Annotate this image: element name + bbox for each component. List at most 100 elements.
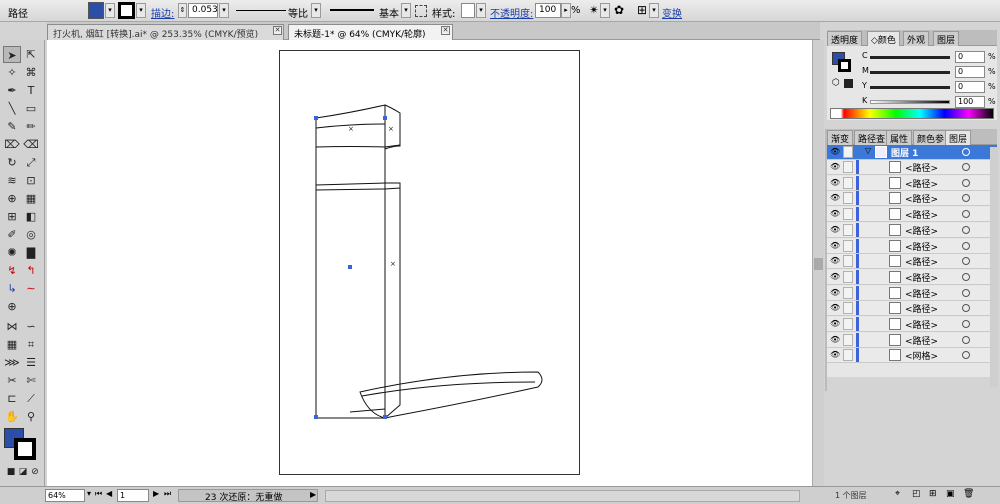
target-icon[interactable] bbox=[962, 225, 970, 234]
sublayer-label[interactable]: <路径> bbox=[905, 334, 938, 347]
sublayer-row[interactable]: 👁 <路径> bbox=[827, 238, 997, 254]
eye-icon[interactable]: 👁 bbox=[830, 241, 840, 250]
sublayer-row[interactable]: 👁 <路径> bbox=[827, 317, 997, 332]
layer-name[interactable]: 图层 1 bbox=[891, 146, 918, 159]
sublayer-label[interactable]: <路径> bbox=[905, 161, 938, 174]
sublayer-row[interactable]: 👁 <网格> bbox=[827, 348, 997, 364]
new-layer-icon[interactable]: ▣ bbox=[946, 489, 955, 499]
lock-toggle[interactable] bbox=[843, 176, 853, 189]
lock-toggle[interactable] bbox=[843, 270, 853, 283]
make-clip-mask-icon[interactable]: ◰ bbox=[912, 489, 921, 499]
layers-scrollbar[interactable] bbox=[990, 147, 998, 387]
sublayer-row[interactable]: 👁 <路径> bbox=[827, 332, 997, 348]
eye-icon[interactable]: 👁 bbox=[830, 304, 840, 312]
sublayer-row[interactable]: 👁 <路径> bbox=[827, 207, 997, 223]
lock-toggle[interactable] bbox=[843, 333, 853, 346]
lock-toggle[interactable] bbox=[843, 192, 853, 205]
black-value[interactable]: 100 bbox=[955, 96, 985, 108]
target-icon[interactable] bbox=[962, 210, 970, 219]
target-icon[interactable] bbox=[962, 320, 970, 328]
target-icon[interactable] bbox=[962, 178, 970, 187]
sublayer-label[interactable]: <路径> bbox=[905, 208, 938, 221]
sublayer-row[interactable]: 👁 <路径> bbox=[827, 269, 997, 285]
sublayer-label[interactable]: <路径> bbox=[905, 192, 938, 205]
eye-icon[interactable]: 👁 bbox=[830, 148, 840, 156]
cyan-value[interactable]: 0 bbox=[955, 51, 985, 63]
target-icon[interactable] bbox=[962, 257, 970, 266]
last-page-icon[interactable]: ⏭ bbox=[164, 489, 171, 499]
lock-toggle[interactable] bbox=[843, 318, 853, 330]
tab-color-guide[interactable]: 颜色参 bbox=[913, 130, 949, 145]
next-page-icon[interactable]: ▶ bbox=[153, 489, 159, 498]
eye-icon[interactable]: 👁 bbox=[830, 272, 840, 281]
tab-appearance[interactable]: 外观 bbox=[903, 31, 930, 46]
sublayer-label[interactable]: <路径> bbox=[905, 287, 938, 300]
tab-transparency[interactable]: 透明度 bbox=[827, 31, 863, 46]
eye-icon[interactable]: 👁 bbox=[830, 320, 840, 328]
tab-color[interactable]: ◇颜色 bbox=[867, 31, 900, 46]
prev-page-icon[interactable]: ◀ bbox=[106, 489, 112, 498]
new-sublayer-icon[interactable]: ⊞ bbox=[929, 489, 937, 499]
sublayer-label[interactable]: <路径> bbox=[905, 240, 938, 253]
eye-icon[interactable]: 👁 bbox=[830, 257, 840, 265]
magenta-slider[interactable] bbox=[870, 71, 950, 74]
sublayer-row[interactable]: 👁 <路径> bbox=[827, 160, 997, 175]
sublayer-label[interactable]: <路径> bbox=[905, 271, 938, 284]
black-slider[interactable] bbox=[870, 100, 950, 104]
target-icon[interactable] bbox=[962, 272, 970, 281]
eye-icon[interactable]: 👁 bbox=[830, 288, 840, 297]
lock-toggle[interactable] bbox=[843, 208, 853, 221]
lock-toggle[interactable] bbox=[843, 146, 853, 158]
sublayer-row[interactable]: 👁 <路径> bbox=[827, 222, 997, 238]
target-icon[interactable] bbox=[962, 148, 970, 156]
tab-layers-top[interactable]: 图层 bbox=[933, 31, 960, 46]
yellow-value[interactable]: 0 bbox=[955, 81, 985, 93]
tab-attributes[interactable]: 属性 bbox=[886, 130, 913, 145]
lock-toggle[interactable] bbox=[843, 239, 853, 252]
sublayer-row[interactable]: 👁 <路径> bbox=[827, 285, 997, 301]
target-icon[interactable] bbox=[962, 304, 970, 313]
target-icon[interactable] bbox=[962, 241, 970, 250]
target-icon[interactable] bbox=[962, 351, 970, 360]
lock-toggle[interactable] bbox=[843, 255, 853, 268]
tab-gradient[interactable]: 渐变 bbox=[827, 130, 854, 145]
sublayer-label[interactable]: <路径> bbox=[905, 318, 938, 331]
color-stroke-swatch[interactable] bbox=[838, 59, 851, 72]
sublayer-label[interactable]: <路径> bbox=[905, 224, 938, 237]
sublayer-row[interactable]: 👁 <路径> bbox=[827, 175, 997, 191]
magenta-value[interactable]: 0 bbox=[955, 66, 985, 78]
eye-icon[interactable]: 👁 bbox=[830, 194, 840, 202]
sublayer-label[interactable]: <路径> bbox=[905, 177, 938, 190]
scrollbar-thumb[interactable] bbox=[814, 258, 823, 270]
last-color-swatch[interactable] bbox=[844, 79, 853, 88]
status-menu-icon[interactable]: ▶ bbox=[310, 490, 316, 499]
lock-toggle[interactable] bbox=[843, 302, 853, 315]
zoom-dropdown[interactable]: ▾ bbox=[87, 489, 91, 498]
canvas-horizontal-scrollbar[interactable] bbox=[325, 490, 800, 502]
target-icon[interactable] bbox=[962, 335, 970, 344]
sublayer-row[interactable]: 👁 <路径> bbox=[827, 301, 997, 317]
lock-toggle[interactable] bbox=[843, 286, 853, 299]
cube-icon[interactable]: ⬡ bbox=[832, 78, 840, 88]
sublayer-label[interactable]: <网格> bbox=[905, 349, 938, 362]
zoom-field[interactable]: 64% bbox=[45, 489, 85, 502]
lock-toggle[interactable] bbox=[843, 223, 853, 236]
lock-toggle[interactable] bbox=[843, 161, 853, 173]
tab-pathfinder[interactable]: 路径查 bbox=[854, 130, 890, 145]
yellow-slider[interactable] bbox=[870, 86, 950, 89]
sublayer-row[interactable]: 👁 <路径> bbox=[827, 254, 997, 270]
lock-toggle[interactable] bbox=[843, 349, 853, 362]
eye-icon[interactable]: 👁 bbox=[830, 210, 840, 218]
locate-object-icon[interactable]: ⌖ bbox=[895, 489, 900, 499]
canvas-vertical-scrollbar[interactable] bbox=[812, 40, 824, 486]
eye-icon[interactable]: 👁 bbox=[830, 351, 840, 359]
eye-icon[interactable]: 👁 bbox=[830, 335, 840, 344]
layer-row[interactable]: 👁 ▽ 图层 1 bbox=[827, 145, 997, 160]
page-field[interactable]: 1 bbox=[117, 489, 149, 502]
sublayer-row[interactable]: 👁 <路径> bbox=[827, 191, 997, 207]
eye-icon[interactable]: 👁 bbox=[830, 178, 840, 187]
sublayer-label[interactable]: <路径> bbox=[905, 302, 938, 315]
tab-layers[interactable]: 图层 bbox=[945, 130, 972, 145]
color-spectrum[interactable] bbox=[830, 108, 994, 119]
eye-icon[interactable]: 👁 bbox=[830, 225, 840, 234]
